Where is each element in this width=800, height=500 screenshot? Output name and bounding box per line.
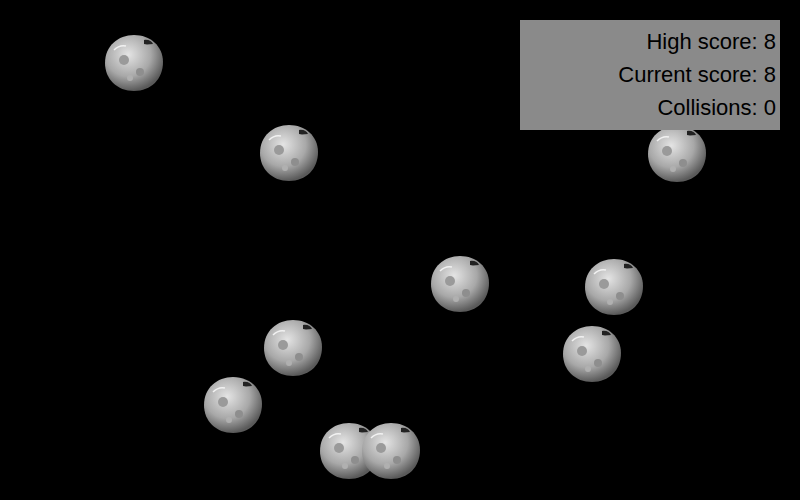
game-field[interactable]: High score: 8Current score: 8Collisions:… [0, 0, 800, 500]
asteroid-icon [203, 376, 263, 434]
score-line: Current score: 8 [618, 58, 776, 91]
score-line: High score: 8 [646, 25, 776, 58]
asteroid-icon [263, 319, 323, 377]
asteroid-icon [430, 255, 490, 313]
asteroid-icon [361, 422, 421, 480]
score-panel: High score: 8Current score: 8Collisions:… [520, 20, 780, 130]
asteroid-icon [104, 34, 164, 92]
asteroid-icon [584, 258, 644, 316]
score-line: Collisions: 0 [657, 91, 776, 124]
asteroid-icon [647, 125, 707, 183]
asteroid-icon [562, 325, 622, 383]
asteroid-icon [259, 124, 319, 182]
